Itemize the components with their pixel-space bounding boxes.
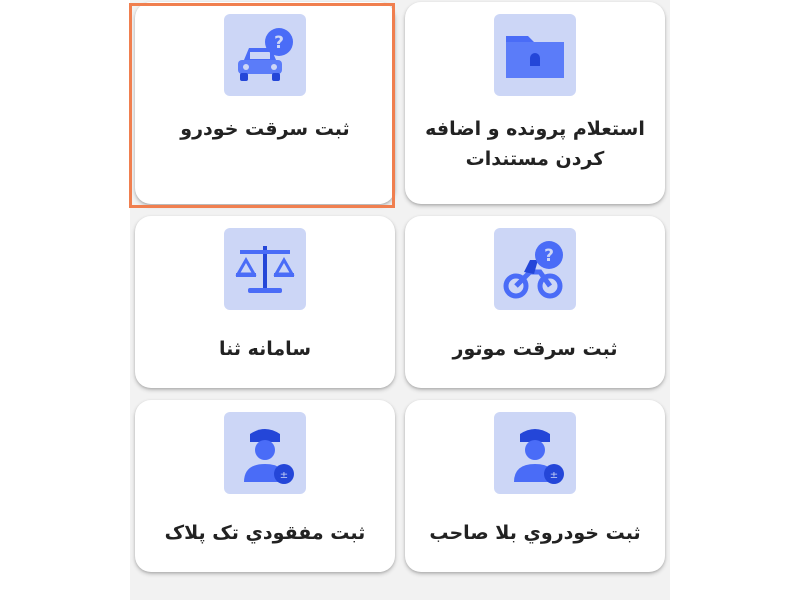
folder-lock-icon bbox=[494, 14, 576, 96]
card-label: ثبت خودروي بلا صاحب bbox=[429, 522, 641, 544]
card-sana-system[interactable]: سامانه ثنا bbox=[135, 216, 395, 388]
card-case-inquiry[interactable]: استعلام پرونده و اضافه کردن مستندات bbox=[405, 2, 665, 204]
card-lost-plate[interactable]: ± ثبت مفقودي تک پلاک bbox=[135, 400, 395, 572]
card-label: سامانه ثنا bbox=[218, 338, 311, 360]
card-label: استعلام پرونده و اضافه کردن مستندات bbox=[425, 118, 645, 170]
card-ownerless-vehicle[interactable]: ± ثبت خودروي بلا صاحب bbox=[405, 400, 665, 572]
card-label: ثبت سرقت خودرو bbox=[180, 118, 350, 140]
scales-icon bbox=[224, 228, 306, 310]
card-label: ثبت مفقودي تک پلاک bbox=[164, 522, 366, 544]
police-officer-badge-icon: ± bbox=[494, 412, 576, 494]
card-label: ثبت سرقت موتور bbox=[452, 338, 618, 360]
svg-text:±: ± bbox=[280, 470, 288, 481]
svg-text:±: ± bbox=[550, 470, 558, 481]
card-car-theft[interactable]: ? ثبت سرقت خودرو bbox=[135, 2, 395, 204]
police-officer-badge-icon: ± bbox=[224, 412, 306, 494]
svg-text:?: ? bbox=[544, 246, 554, 266]
svg-text:?: ? bbox=[274, 33, 284, 53]
car-question-icon: ? bbox=[224, 14, 306, 96]
motorcycle-question-icon: ? bbox=[494, 228, 576, 310]
card-motorcycle-theft[interactable]: ? ثبت سرقت موتور bbox=[405, 216, 665, 388]
